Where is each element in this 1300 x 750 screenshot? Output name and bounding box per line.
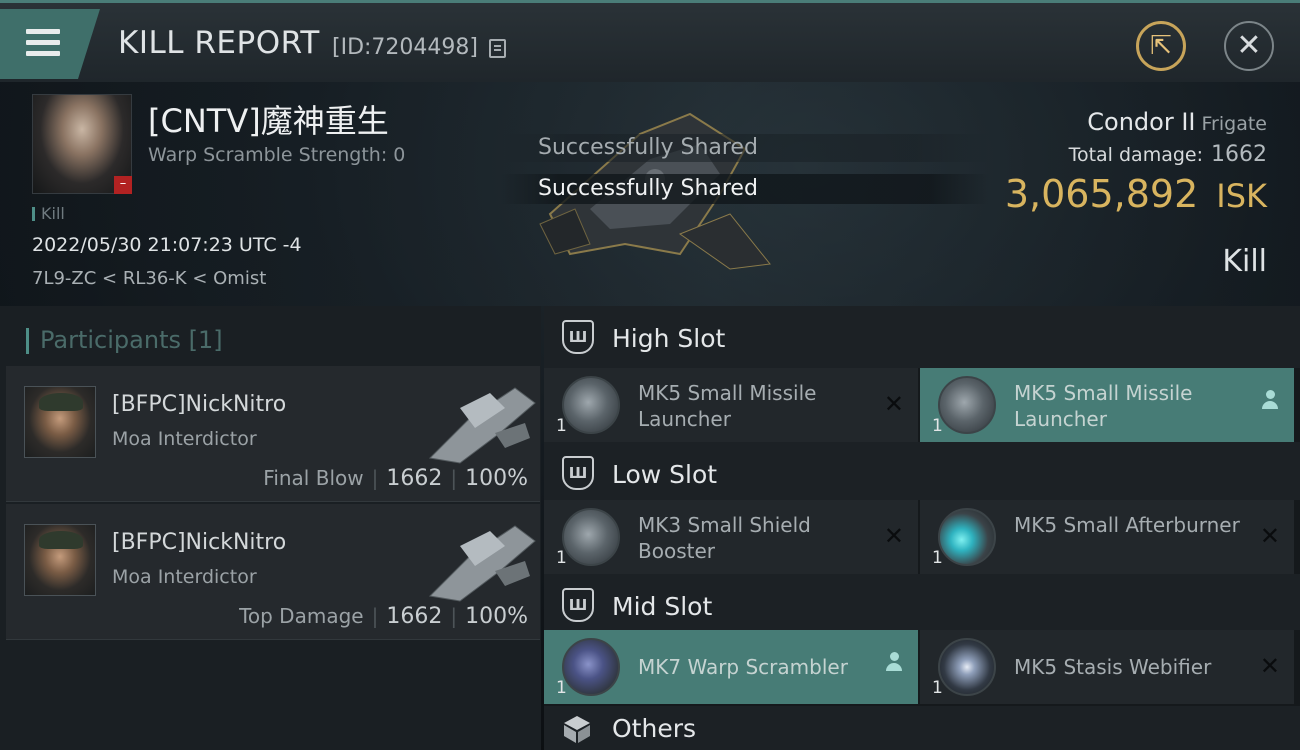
missile-launcher-icon (938, 376, 996, 434)
total-damage-label: Total damage: (1068, 144, 1203, 166)
module-qty: 1 (556, 678, 567, 698)
missile-launcher-icon (562, 376, 620, 434)
destroyed-icon: ✕ (883, 522, 904, 550)
stasis-webifier-icon (938, 638, 996, 696)
close-icon: ✕ (1236, 28, 1262, 63)
close-button[interactable]: ✕ (1224, 21, 1274, 71)
participant-stats: Top Damage | 1662 | 100% (239, 604, 528, 629)
header-bar: KILL REPORT [ID:7204498] ⇱ ✕ (0, 0, 1300, 82)
isk-value: 3,065,892 ISK (1005, 172, 1267, 216)
participant-ship: Moa Interdictor (112, 428, 257, 450)
mid-slot-icon: Ш (562, 588, 594, 622)
participant-damage: 1662 (386, 604, 443, 629)
standing-badge: – (114, 176, 132, 194)
cargo-box-icon (564, 716, 590, 743)
module-item[interactable]: 1 MK5 Small Missile Launcher (920, 368, 1294, 442)
others-label: Others (612, 714, 697, 743)
isk-amount: 3,065,892 (1004, 172, 1199, 216)
participant-card[interactable]: [BFPC]NickNitro Moa Interdictor Final Bl… (6, 366, 540, 502)
ship-name-label: Condor II (1087, 108, 1196, 136)
low-slot-label: Low Slot (612, 460, 718, 489)
share-button[interactable]: ⇱ (1136, 21, 1186, 71)
report-id: [ID:7204498] (332, 35, 478, 60)
dropped-user-icon (1262, 390, 1278, 410)
module-name: MK5 Small Missile Launcher (638, 381, 817, 431)
module-name: MK3 Small Shield Booster (638, 513, 811, 563)
participant-percent: 100% (465, 604, 528, 629)
destroyed-icon: ✕ (883, 390, 904, 418)
victim-panel: – [CNTV]魔神重生 Warp Scramble Strength: 0 K… (0, 82, 1300, 306)
isk-currency: ISK (1216, 177, 1267, 215)
ship-name[interactable]: Condor II Frigate (1087, 108, 1267, 136)
module-item[interactable]: 1 MK5 Small Missile Launcher ✕ (544, 368, 918, 442)
high-slot-header: Ш High Slot (544, 306, 1300, 368)
participants-panel: Participants [1] [BFPC]NickNitro Moa Int… (0, 306, 541, 750)
participant-ship: Moa Interdictor (112, 566, 257, 588)
shield-booster-icon (562, 508, 620, 566)
participant-stats: Final Blow | 1662 | 100% (263, 466, 528, 491)
dropped-user-icon (886, 652, 902, 672)
participant-percent: 100% (465, 466, 528, 491)
module-item[interactable]: 1 MK5 Stasis Webifier ✕ (920, 630, 1294, 704)
afterburner-icon (938, 508, 996, 566)
module-item[interactable]: 1 MK5 Small Afterburner ✕ (920, 500, 1294, 574)
warp-scramble-strength: Warp Scramble Strength: 0 (148, 144, 406, 166)
toast-shared: Successfully Shared (500, 174, 990, 204)
participant-ship-image (428, 525, 536, 602)
module-name: MK5 Stasis Webifier (1014, 655, 1212, 679)
module-item[interactable]: 1 MK7 Warp Scrambler (544, 630, 918, 704)
kill-datetime: 2022/05/30 21:07:23 UTC -4 (32, 234, 302, 256)
participant-avatar[interactable] (24, 386, 96, 458)
mid-slot-label: Mid Slot (612, 592, 713, 621)
participants-count: [1] (188, 326, 223, 354)
mid-slot-header: Ш Mid Slot (544, 574, 1300, 630)
participant-card[interactable]: [BFPC]NickNitro Moa Interdictor Top Dama… (6, 504, 540, 640)
fitting-panel: Ш High Slot 1 MK5 Small Missile Launcher… (544, 306, 1300, 750)
module-qty: 1 (556, 548, 567, 568)
module-item[interactable]: 1 MK3 Small Shield Booster ✕ (544, 500, 918, 574)
participants-header: Participants [1] (26, 326, 223, 354)
destroyed-icon: ✕ (1259, 652, 1280, 680)
hamburger-menu-icon (26, 29, 60, 62)
kill-type: Kill (1222, 244, 1267, 279)
page-title: KILL REPORT (118, 25, 320, 61)
low-slot-icon: Ш (562, 456, 594, 490)
total-damage: Total damage: 1662 (1069, 142, 1267, 167)
participant-name: [BFPC]NickNitro (112, 392, 287, 417)
module-qty: 1 (556, 416, 567, 436)
participant-damage: 1662 (386, 466, 443, 491)
high-slot-icon: Ш (562, 320, 594, 354)
module-qty: 1 (932, 548, 943, 568)
destroyed-icon: ✕ (1259, 522, 1280, 550)
kill-tag-label: Kill (41, 204, 65, 223)
module-qty: 1 (932, 416, 943, 436)
menu-button[interactable] (0, 9, 100, 79)
participant-role: Top Damage (239, 604, 364, 628)
high-slot-label: High Slot (612, 324, 726, 353)
module-name: MK7 Warp Scrambler (638, 655, 848, 679)
participant-ship-image (428, 387, 536, 464)
others-header: Others (544, 706, 1300, 750)
module-name: MK5 Small Missile Launcher (1014, 381, 1193, 431)
low-slot-header: Ш Low Slot (544, 442, 1300, 500)
participant-name: [BFPC]NickNitro (112, 530, 287, 555)
ship-class: Frigate (1201, 113, 1267, 135)
copy-icon[interactable] (489, 39, 506, 58)
kill-tag: Kill (32, 204, 65, 223)
victim-name[interactable]: [CNTV]魔神重生 (148, 96, 389, 142)
toast-shared-faded: Successfully Shared (500, 134, 990, 162)
kill-report-screen: KILL REPORT [ID:7204498] ⇱ ✕ – [CNTV]魔神重… (0, 0, 1300, 750)
total-damage-value: 1662 (1211, 142, 1267, 167)
participants-label: Participants (40, 326, 181, 354)
share-export-icon: ⇱ (1150, 31, 1172, 61)
module-name: MK5 Small Afterburner (1014, 513, 1240, 537)
module-qty: 1 (932, 678, 943, 698)
participant-role: Final Blow (263, 466, 364, 490)
warp-scrambler-icon (562, 638, 620, 696)
kill-location[interactable]: 7L9-ZC < RL36-K < Omist (32, 268, 266, 289)
participant-avatar[interactable] (24, 524, 96, 596)
